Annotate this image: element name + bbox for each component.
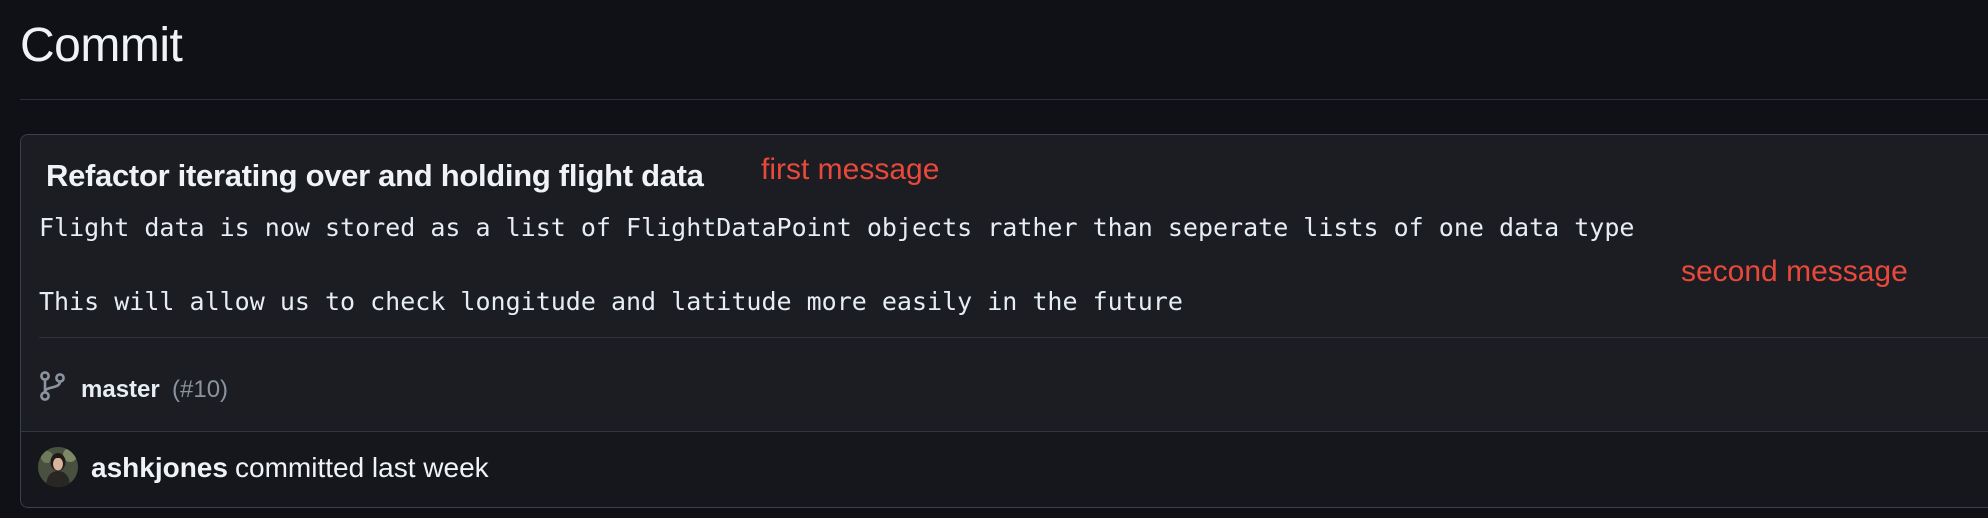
author-username-link[interactable]: ashkjones (91, 452, 228, 484)
branch-row: master (#10) (21, 338, 1988, 431)
page-title: Commit (20, 19, 183, 72)
annotation-second-message: second message (1681, 255, 1908, 288)
commit-body-line: This will allow us to check longitude an… (39, 287, 1183, 316)
git-branch-icon (40, 371, 65, 401)
avatar[interactable] (38, 447, 78, 487)
title-divider (20, 99, 1988, 100)
avatar-image (38, 447, 78, 487)
commit-time-text: committed last week (235, 452, 489, 483)
commit-body-line: Flight data is now stored as a list of F… (39, 213, 1635, 242)
commit-message-section: Refactor iterating over and holding flig… (21, 135, 1988, 338)
branch-link[interactable]: master (81, 376, 160, 404)
author-row: ashkjones committed last week (21, 432, 1988, 507)
commit-page: Commit Refactor iterating over and holdi… (0, 0, 1988, 518)
commit-title: Refactor iterating over and holding flig… (46, 158, 704, 193)
pull-request-link[interactable]: (#10) (172, 376, 228, 404)
annotation-first-message: first message (761, 153, 940, 186)
commit-card: Refactor iterating over and holding flig… (20, 134, 1988, 508)
